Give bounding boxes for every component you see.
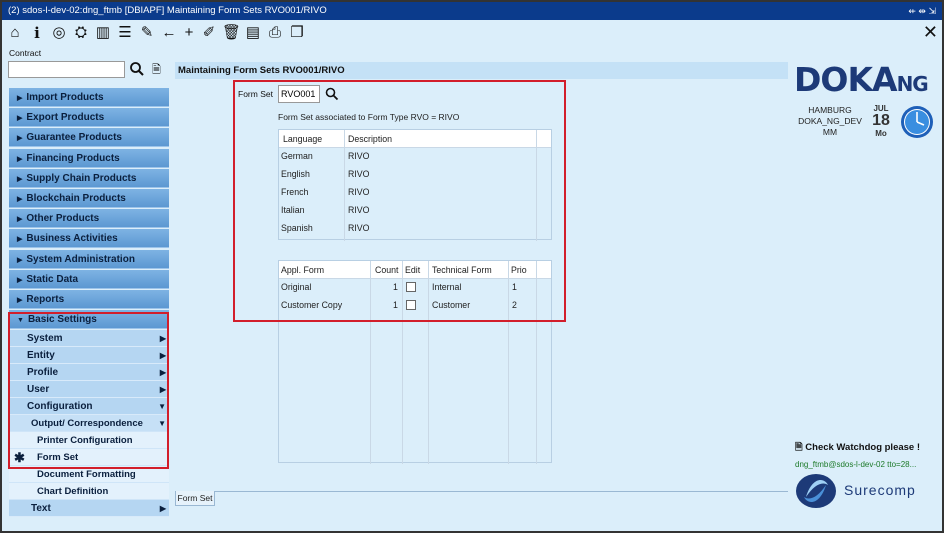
highlight-box-nav	[8, 312, 169, 469]
sidebar-item-label: Static Data	[26, 273, 79, 285]
sidebar-item-other-products[interactable]: ▶ Other Products	[9, 209, 169, 229]
list-icon[interactable]: ☰	[116, 23, 134, 43]
print-icon[interactable]: ⎙	[266, 23, 284, 43]
location-code: MM	[822, 127, 838, 137]
target-icon[interactable]: ◎	[50, 23, 68, 43]
user-session: dng_ftmb@sdos-l-dev-02 tto=28...	[795, 460, 917, 469]
sidebar-item-static-data[interactable]: ▶ Static Data	[9, 269, 169, 289]
sidebar-item-import-products[interactable]: ▶ Import Products	[9, 88, 169, 107]
info-icon[interactable]: i	[28, 23, 46, 43]
date-day: 18	[872, 112, 890, 129]
sidebar-item-label: Chart Definition	[37, 486, 109, 498]
watchdog-warning[interactable]: 🗎 Check Watchdog please !	[795, 440, 920, 456]
title-bar: (2) sdos-l-dev-02:dng_ftmb [DBIAPF] Main…	[2, 2, 942, 20]
sidebar-item-label: Reports	[26, 293, 65, 305]
book-icon[interactable]: ▥	[94, 23, 112, 43]
sidebar-item-blockchain-products[interactable]: ▶ Blockchain Products	[9, 188, 169, 208]
location-city: HAMBURG	[808, 105, 852, 115]
triangle-right-icon: ▶	[159, 504, 166, 514]
sidebar-item-label: Other Products	[26, 213, 100, 225]
document-search-icon[interactable]: 🗎	[152, 61, 166, 77]
sidebar-item-label: Guarantee Products	[26, 132, 122, 144]
location-env: DOKA_NG_DEV	[798, 116, 862, 126]
tab-form-set[interactable]: Form Set	[175, 491, 215, 506]
trash-icon[interactable]: 🗑	[222, 23, 241, 43]
tab-strip	[175, 491, 788, 492]
sidebar-item-label: Supply Chain Products	[26, 172, 137, 184]
page-title: Maintaining Form Sets RVO001/RIVO	[175, 62, 788, 79]
sidebar-sub-chart-definition[interactable]: Chart Definition	[9, 483, 169, 501]
sidebar-item-business-activities[interactable]: ▶ Business Activities	[9, 229, 169, 249]
toolbar: ⌂ i ◎ ⛭ ▥ ☰ ✎ ← + ✐ 🗑 ▤ ⎙ ❐ ✕	[2, 20, 942, 46]
document-icon[interactable]: ▤	[244, 23, 262, 43]
edit-icon[interactable]: ✎	[138, 23, 156, 43]
sidebar-item-label: Import Products	[26, 92, 104, 103]
window-title: (2) sdos-l-dev-02:dng_ftmb [DBIAPF] Main…	[8, 5, 327, 16]
date-weekday: Mo	[875, 129, 887, 138]
close-icon[interactable]: ✕	[923, 22, 938, 43]
sidebar-sub-text[interactable]: Text ▶	[9, 500, 169, 518]
company-name: Surecomp	[844, 482, 916, 498]
home-icon[interactable]: ⌂	[6, 23, 24, 43]
contract-input[interactable]	[8, 61, 125, 78]
sidebar-item-label: Text	[31, 503, 51, 515]
logo-main: DOKA	[794, 60, 898, 99]
sidebar-item-label: Blockchain Products	[26, 192, 126, 204]
doka-ng-logo: DOKANG	[794, 60, 929, 99]
copy-icon[interactable]: ❐	[288, 23, 306, 43]
archive-icon[interactable]: ⛭	[72, 23, 90, 43]
sidebar-item-label: Financing Products	[26, 152, 120, 164]
sidebar-item-label: System Administration	[26, 253, 135, 265]
highlight-box-main	[233, 80, 566, 322]
app-window: (2) sdos-l-dev-02:dng_ftmb [DBIAPF] Main…	[0, 0, 944, 533]
sidebar-item-label: Export Products	[26, 112, 105, 124]
sidebar-item-reports[interactable]: ▶ Reports	[9, 289, 169, 309]
sidebar-item-supply-chain-products[interactable]: ▶ Supply Chain Products	[9, 168, 169, 188]
add-icon[interactable]: +	[180, 23, 198, 43]
document-icon: 🗎	[795, 442, 806, 453]
back-arrow-icon[interactable]: ←	[160, 23, 178, 43]
location-info: HAMBURG DOKA_NG_DEV MM	[795, 105, 865, 138]
sidebar-item-guarantee-products[interactable]: ▶ Guarantee Products	[9, 128, 169, 148]
search-icon[interactable]	[129, 60, 145, 78]
surecomp-logo	[796, 474, 836, 508]
contract-label: Contract	[9, 48, 42, 58]
window-controls[interactable]: ⇷ ⇹ ⇲	[908, 2, 936, 20]
date-display: JUL 18 Mo	[868, 104, 894, 138]
clock-icon	[901, 106, 933, 138]
sidebar-item-system-administration[interactable]: ▶ System Administration	[9, 249, 169, 269]
sidebar-item-financing-products[interactable]: ▶ Financing Products	[9, 148, 169, 168]
pencil-icon[interactable]: ✐	[200, 23, 218, 43]
logo-sub: NG	[896, 72, 929, 96]
watchdog-text: Check Watchdog please !	[805, 442, 921, 453]
sidebar-item-export-products[interactable]: ▶ Export Products	[9, 108, 169, 128]
sidebar-item-label: Business Activities	[26, 233, 118, 245]
sidebar-item-label: Document Formatting	[37, 469, 136, 481]
